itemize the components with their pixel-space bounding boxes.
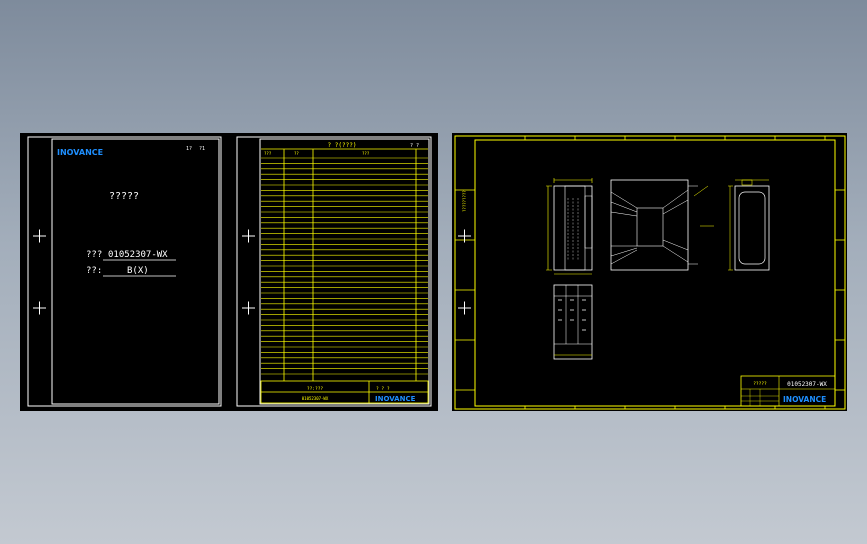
revision-header-title: ? ?(???) <box>328 142 357 149</box>
revision-brand-logo: INOVANCE <box>375 395 416 403</box>
cover-version-label: ??: <box>86 266 102 276</box>
revision-footer-mark: ? ? ? <box>376 386 390 392</box>
drawing-part-number: 01052307-WX <box>787 381 827 388</box>
cover-part-number: 01052307-WX <box>108 250 168 260</box>
cover-part-label: ??? <box>86 250 102 260</box>
drawing-sheet[interactable]: ????????? ????? 01052307-WX INOVANCE <box>452 133 847 411</box>
revision-col-2-header: ?? <box>294 151 299 156</box>
drawing-sheet-background <box>452 133 847 411</box>
cover-version-value: B(X) <box>127 266 149 276</box>
cover-sheet-background <box>20 133 229 411</box>
cover-page-mark-b: ?1 <box>199 146 205 152</box>
cover-doc-title: ????? <box>109 191 139 202</box>
cover-brand-logo: INOVANCE <box>57 148 103 157</box>
revision-footer-number: 01052307-WX <box>302 396 329 401</box>
cover-page-mark-a: 1? <box>186 146 192 152</box>
cad-canvas: INOVANCE 1? ?1 ????? ??? 01052307-WX ??:… <box>20 133 847 411</box>
revision-table-rows <box>261 157 428 375</box>
revision-page-mark: ? ? <box>410 143 419 149</box>
revision-sheet[interactable]: ? ?(???) ? ? ??? ?? ??? ??:??? 01052307-… <box>229 133 438 411</box>
drawing-brand-logo: INOVANCE <box>783 395 826 404</box>
drawing-title-left: ????? <box>753 381 767 387</box>
drawing-side-label: ????????? <box>462 190 467 212</box>
revision-footer-label: ??:??? <box>307 386 324 392</box>
revision-col-3-header: ??? <box>362 151 370 156</box>
revision-col-1-header: ??? <box>264 151 272 156</box>
cover-sheet[interactable]: INOVANCE 1? ?1 ????? ??? 01052307-WX ??:… <box>20 133 229 411</box>
